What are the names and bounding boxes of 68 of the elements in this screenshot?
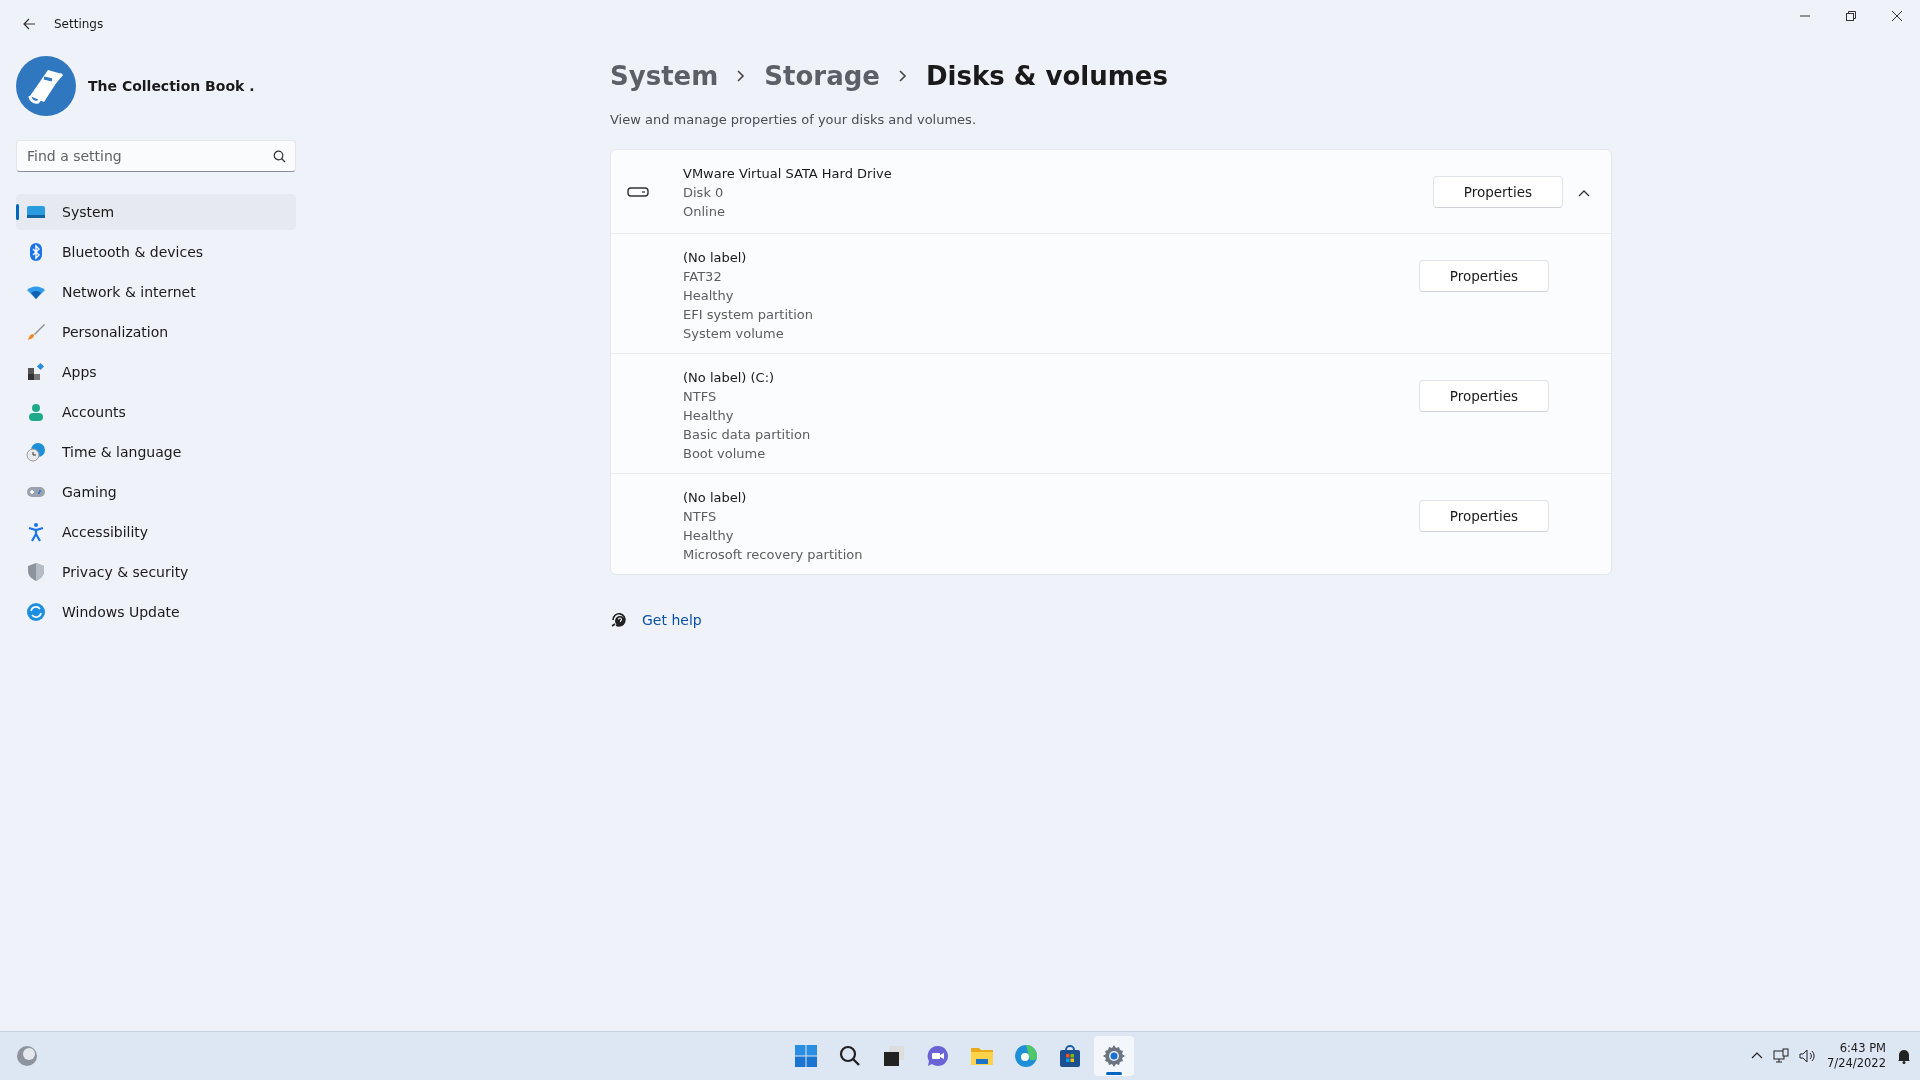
back-icon[interactable] (22, 17, 36, 31)
nav-item[interactable]: Privacy & security (16, 554, 296, 590)
gear-icon (1102, 1044, 1126, 1068)
breadcrumb-item[interactable]: Storage (764, 61, 880, 91)
accessibility-icon (26, 522, 46, 542)
properties-button[interactable]: Properties (1418, 260, 1549, 292)
properties-button[interactable]: Properties (1418, 380, 1549, 412)
task-view-icon (882, 1044, 906, 1068)
volume-detail: NTFS (683, 508, 718, 526)
disk-detail: Disk 0 (683, 184, 725, 202)
volume-name: (No label) (C:) (683, 369, 776, 387)
volume-detail: Boot volume (683, 445, 767, 463)
drive-icon (627, 187, 649, 197)
start-icon (794, 1044, 818, 1068)
window-title: Settings (54, 17, 104, 31)
nav-item[interactable]: Apps (16, 354, 296, 390)
chevron-right-icon (897, 69, 908, 83)
disk-detail: Online (683, 203, 726, 221)
page-description: View and manage properties of your disks and volumes. (610, 112, 977, 127)
volume-detail: FAT32 (683, 268, 723, 286)
search-icon (838, 1044, 862, 1068)
nav-item[interactable]: Time & language (16, 434, 296, 470)
profile-name: The Collection Book . (88, 78, 255, 94)
close-icon (1892, 11, 1902, 21)
volume-name: (No label) (683, 249, 748, 267)
nav-item[interactable]: Bluetooth & devices (16, 234, 296, 270)
volume-detail: Healthy (683, 287, 735, 305)
volume-detail: NTFS (683, 388, 718, 406)
volume-detail: EFI system partition (683, 306, 814, 324)
store-icon (1058, 1044, 1082, 1068)
network-icon[interactable] (1773, 1048, 1790, 1064)
apps-icon (26, 362, 46, 382)
volume-icon[interactable] (1799, 1048, 1818, 1064)
properties-button[interactable]: Properties (1432, 176, 1563, 208)
restore-icon (1846, 11, 1856, 21)
notification-icon[interactable] (1896, 1048, 1912, 1064)
volume-name: (No label) (683, 489, 748, 507)
nav-item[interactable]: Windows Update (16, 594, 296, 630)
clock[interactable]: 6:43 PM 7/24/2022 (1827, 1041, 1886, 1071)
nav-item[interactable]: Accessibility (16, 514, 296, 550)
nav-item[interactable]: System (16, 194, 296, 230)
volume-detail: System volume (683, 325, 785, 343)
shield-icon (26, 562, 46, 582)
nav-item[interactable]: Gaming (16, 474, 296, 510)
volume-detail: Microsoft recovery partition (683, 546, 864, 564)
properties-button[interactable]: Properties (1418, 500, 1549, 532)
help-icon (610, 611, 628, 629)
search-field[interactable]: Find a setting (16, 140, 296, 172)
disk-name: VMware Virtual SATA Hard Drive (683, 165, 893, 183)
volume-detail: Healthy (683, 407, 735, 425)
nav-item[interactable]: Personalization (16, 314, 296, 350)
sync-icon (26, 602, 46, 622)
nav-item[interactable]: Network & internet (16, 274, 296, 310)
person-icon (26, 402, 46, 422)
minimize-icon (1800, 15, 1810, 17)
volume-detail: Healthy (683, 527, 735, 545)
nav-item[interactable]: Accounts (16, 394, 296, 430)
get-help-link[interactable]: Get help (642, 612, 702, 628)
breadcrumb-item: Disks & volumes (925, 61, 1168, 91)
avatar-icon (16, 56, 76, 116)
globe-clock-icon (26, 442, 46, 462)
browser-icon (1014, 1044, 1038, 1068)
search-icon (273, 150, 286, 163)
breadcrumb-item[interactable]: System (610, 61, 719, 91)
volume-detail: Basic data partition (683, 426, 812, 444)
chat-icon (926, 1044, 950, 1068)
paintbrush-icon (26, 322, 46, 342)
chevron-right-icon (736, 69, 747, 83)
